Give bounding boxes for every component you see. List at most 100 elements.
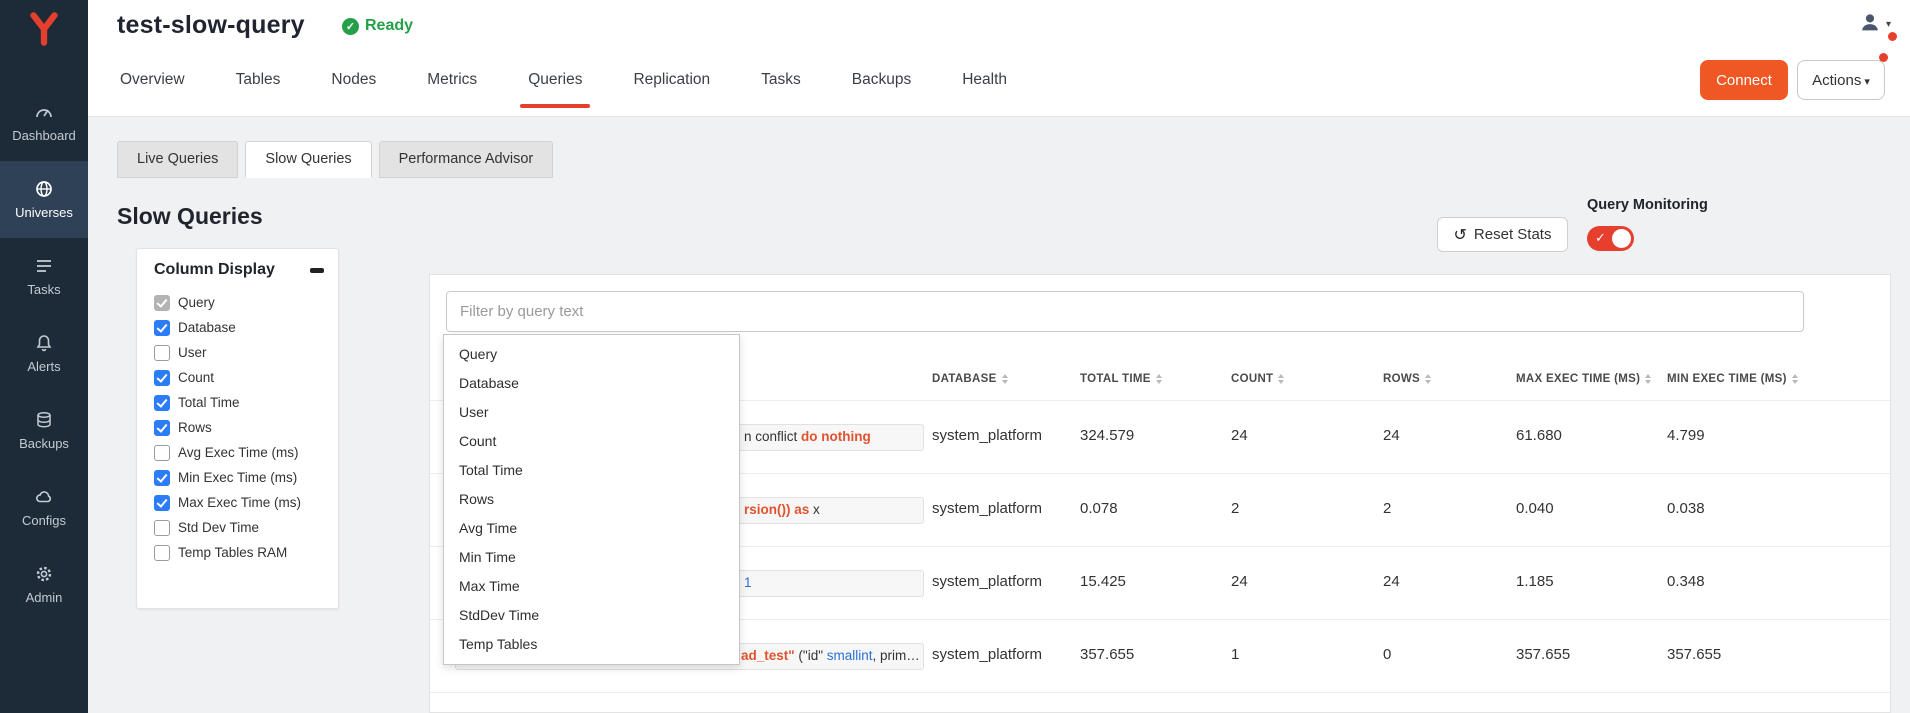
cell-total-time: 324.579 bbox=[1080, 427, 1134, 444]
cell-rows: 24 bbox=[1383, 427, 1400, 444]
cell-max-exec-time: 61.680 bbox=[1516, 427, 1562, 444]
tab-metrics[interactable]: Metrics bbox=[424, 71, 480, 89]
tab-health[interactable]: Health bbox=[959, 71, 1010, 89]
column-option-min-exec-time[interactable]: Min Exec Time (ms) bbox=[154, 465, 328, 490]
sidebar-item-universes[interactable]: Universes bbox=[0, 161, 88, 238]
cell-min-exec-time: 0.038 bbox=[1667, 500, 1705, 517]
chevron-down-icon: ▾ bbox=[1886, 19, 1891, 30]
checkbox[interactable] bbox=[154, 295, 170, 311]
sidebar-item-alerts[interactable]: Alerts bbox=[0, 315, 88, 392]
dropdown-item-max-time[interactable]: Max Time bbox=[444, 572, 739, 601]
column-option-label: User bbox=[178, 345, 207, 360]
checkbox[interactable] bbox=[154, 320, 170, 336]
tab-overview[interactable]: Overview bbox=[117, 71, 188, 89]
tab-tasks[interactable]: Tasks bbox=[758, 71, 804, 89]
dropdown-item-avg-time[interactable]: Avg Time bbox=[444, 514, 739, 543]
sidebar-item-admin[interactable]: Admin bbox=[0, 546, 88, 623]
sort-icons bbox=[1002, 374, 1008, 384]
column-option-label: Temp Tables RAM bbox=[178, 545, 287, 560]
tab-queries[interactable]: Queries bbox=[525, 71, 585, 89]
gear-icon bbox=[34, 564, 54, 584]
sidebar-item-configs[interactable]: Configs bbox=[0, 469, 88, 546]
connect-button[interactable]: Connect bbox=[1700, 60, 1788, 100]
sidebar-item-label: Configs bbox=[22, 513, 66, 528]
reset-stats-button[interactable]: ↺ Reset Stats bbox=[1437, 217, 1568, 252]
col-header-database[interactable]: DATABASE bbox=[932, 373, 1008, 385]
dropdown-item-database[interactable]: Database bbox=[444, 369, 739, 398]
cell-count: 1 bbox=[1231, 646, 1239, 663]
col-header-max-exec-time[interactable]: MAX EXEC TIME (MS) bbox=[1516, 373, 1651, 385]
column-option-database[interactable]: Database bbox=[154, 315, 328, 340]
sidebar: Dashboard Universes Tasks Alerts Backups bbox=[0, 0, 88, 713]
yugabyte-logo[interactable] bbox=[0, 8, 88, 55]
tab-backups[interactable]: Backups bbox=[849, 71, 914, 89]
dropdown-item-rows[interactable]: Rows bbox=[444, 485, 739, 514]
column-option-count[interactable]: Count bbox=[154, 365, 328, 390]
sidebar-nav: Dashboard Universes Tasks Alerts Backups bbox=[0, 84, 88, 623]
checkbox[interactable] bbox=[154, 370, 170, 386]
dropdown-item-query[interactable]: Query bbox=[444, 340, 739, 369]
checkbox[interactable] bbox=[154, 445, 170, 461]
tab-tables[interactable]: Tables bbox=[233, 71, 284, 89]
checkbox[interactable] bbox=[154, 395, 170, 411]
column-option-label: Query bbox=[178, 295, 215, 310]
dropdown-item-count[interactable]: Count bbox=[444, 427, 739, 456]
checkbox[interactable] bbox=[154, 345, 170, 361]
col-header-count[interactable]: COUNT bbox=[1231, 373, 1284, 385]
query-filter-input[interactable] bbox=[446, 291, 1804, 332]
toggle-check-icon: ✓ bbox=[1595, 230, 1606, 246]
tab-replication[interactable]: Replication bbox=[630, 71, 713, 89]
query-monitoring-toggle[interactable]: ✓ bbox=[1587, 226, 1634, 251]
column-display-panel: Column Display Query Database User Count… bbox=[136, 248, 339, 609]
checkbox[interactable] bbox=[154, 420, 170, 436]
notification-dot bbox=[1879, 53, 1888, 62]
checkbox[interactable] bbox=[154, 470, 170, 486]
checkbox[interactable] bbox=[154, 545, 170, 561]
sidebar-item-label: Tasks bbox=[27, 282, 60, 297]
subtab-slow-queries[interactable]: Slow Queries bbox=[245, 141, 371, 178]
sort-icons bbox=[1278, 374, 1284, 384]
actions-button[interactable]: Actions▾ bbox=[1797, 60, 1885, 100]
cell-total-time: 15.425 bbox=[1080, 573, 1126, 590]
column-option-rows[interactable]: Rows bbox=[154, 415, 328, 440]
dropdown-item-stddev-time[interactable]: StdDev Time bbox=[444, 601, 739, 630]
dropdown-item-total-time[interactable]: Total Time bbox=[444, 456, 739, 485]
dropdown-item-min-time[interactable]: Min Time bbox=[444, 543, 739, 572]
user-menu[interactable]: ▾ bbox=[1858, 10, 1891, 39]
col-header-total-time[interactable]: TOTAL TIME bbox=[1080, 373, 1162, 385]
column-option-max-exec-time[interactable]: Max Exec Time (ms) bbox=[154, 490, 328, 515]
reset-icon: ↺ bbox=[1454, 225, 1467, 245]
column-option-label: Rows bbox=[178, 420, 212, 435]
cloud-icon bbox=[34, 487, 54, 507]
subtab-performance-advisor[interactable]: Performance Advisor bbox=[379, 141, 554, 178]
universe-title: test-slow-query bbox=[117, 11, 305, 40]
column-option-total-time[interactable]: Total Time bbox=[154, 390, 328, 415]
column-option-std-dev-time[interactable]: Std Dev Time bbox=[154, 515, 328, 540]
cell-count: 2 bbox=[1231, 500, 1239, 517]
sort-icons bbox=[1792, 374, 1798, 384]
sidebar-item-backups[interactable]: Backups bbox=[0, 392, 88, 469]
column-option-query[interactable]: Query bbox=[154, 290, 328, 315]
cell-total-time: 357.655 bbox=[1080, 646, 1134, 663]
sidebar-item-label: Dashboard bbox=[12, 128, 76, 143]
cell-rows: 0 bbox=[1383, 646, 1391, 663]
dropdown-item-temp-tables[interactable]: Temp Tables bbox=[444, 630, 739, 659]
collapse-icon[interactable] bbox=[310, 268, 324, 273]
subtab-live-queries[interactable]: Live Queries bbox=[117, 141, 238, 178]
checkbox[interactable] bbox=[154, 520, 170, 536]
sidebar-item-label: Universes bbox=[15, 205, 73, 220]
sidebar-item-tasks[interactable]: Tasks bbox=[0, 238, 88, 315]
checkbox[interactable] bbox=[154, 495, 170, 511]
column-option-avg-exec-time[interactable]: Avg Exec Time (ms) bbox=[154, 440, 328, 465]
status-text: Ready bbox=[365, 17, 413, 35]
tab-nodes[interactable]: Nodes bbox=[328, 71, 379, 89]
col-header-rows[interactable]: ROWS bbox=[1383, 373, 1431, 385]
notification-dot bbox=[1888, 32, 1897, 41]
universe-icon bbox=[34, 179, 54, 199]
chevron-down-icon: ▾ bbox=[1864, 76, 1870, 88]
col-header-min-exec-time[interactable]: MIN EXEC TIME (MS) bbox=[1667, 373, 1798, 385]
column-option-user[interactable]: User bbox=[154, 340, 328, 365]
sidebar-item-dashboard[interactable]: Dashboard bbox=[0, 84, 88, 161]
column-option-temp-tables-ram[interactable]: Temp Tables RAM bbox=[154, 540, 328, 565]
dropdown-item-user[interactable]: User bbox=[444, 398, 739, 427]
